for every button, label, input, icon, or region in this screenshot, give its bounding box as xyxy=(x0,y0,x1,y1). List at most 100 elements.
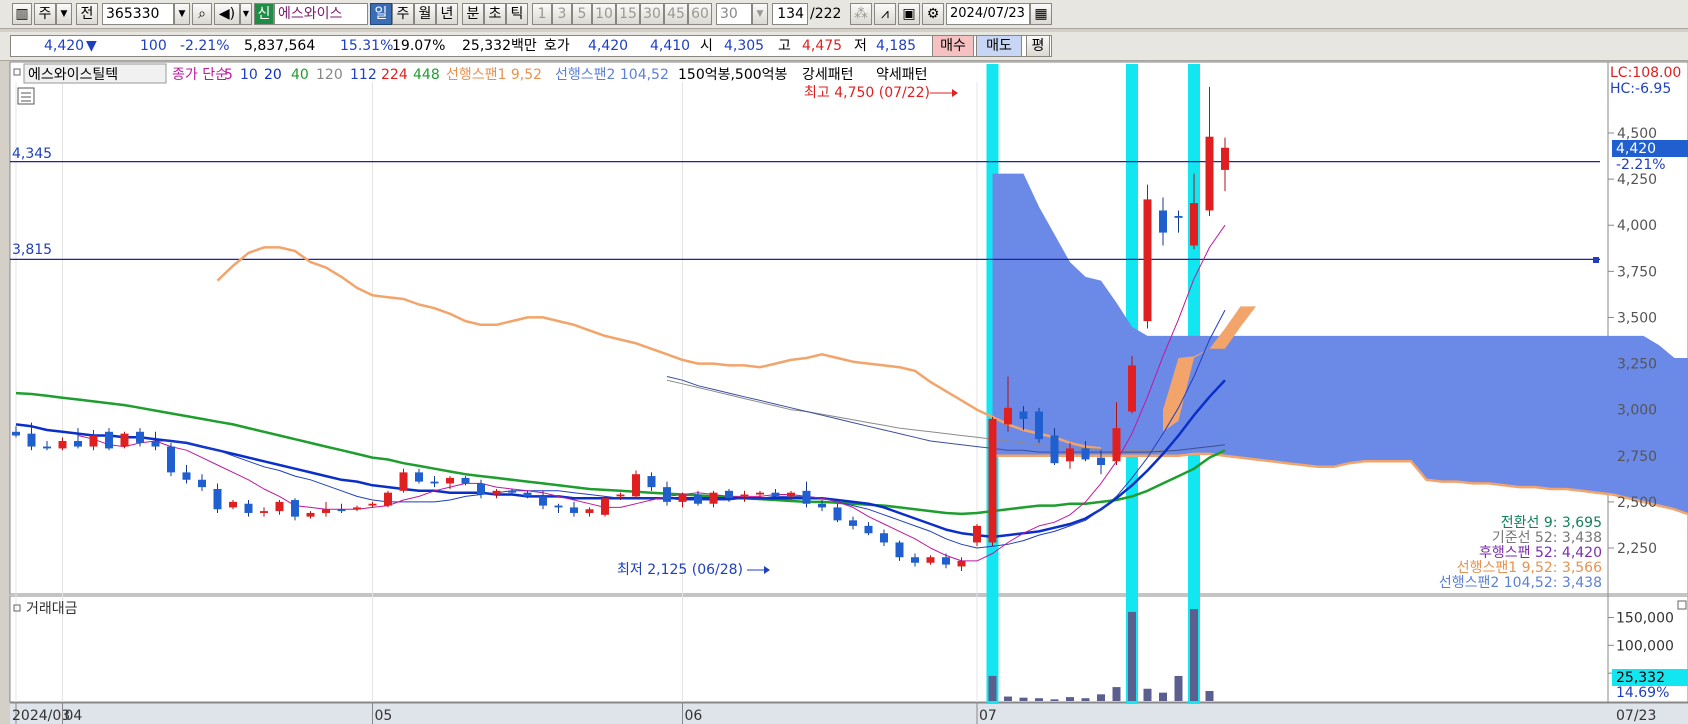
legend-ma5: 5 xyxy=(224,67,233,83)
candle xyxy=(973,524,981,547)
candle-body xyxy=(663,487,671,502)
high-annotation: 최고 4,750 (07/22) xyxy=(804,85,930,101)
volume-bar xyxy=(1205,690,1214,701)
candle-body xyxy=(787,492,795,497)
candle-body xyxy=(1097,457,1105,465)
x-tick-label: 2024/03 xyxy=(12,708,70,724)
candle-body xyxy=(585,509,594,513)
candle-body xyxy=(864,525,873,534)
candle-body xyxy=(1004,407,1012,425)
candle xyxy=(1159,197,1167,246)
candle-body xyxy=(89,435,98,447)
low-annotation: 최저 2,125 (06/28) xyxy=(617,562,743,578)
line2-handle[interactable] xyxy=(1593,257,1599,263)
candle-body xyxy=(198,479,206,488)
lead-span1-value: 선행스팬1 9,52: 3,566 xyxy=(1457,560,1602,576)
candle-body xyxy=(570,507,578,513)
candle-body xyxy=(1159,210,1167,233)
volume-bar xyxy=(1112,687,1121,701)
legend-ma112: 112 xyxy=(350,67,377,83)
candle-body xyxy=(322,509,330,513)
candle-body xyxy=(182,472,191,480)
candle-body xyxy=(244,503,253,513)
y-tick-label: 3,250 xyxy=(1617,357,1657,373)
candle-body xyxy=(1205,136,1214,211)
candle-body xyxy=(725,490,733,499)
x-tick-label: 07 xyxy=(979,708,997,724)
candle xyxy=(570,501,578,517)
legend-strong: 강세패턴 xyxy=(802,67,854,83)
legend-weak: 약세패턴 xyxy=(876,67,928,83)
candle-body xyxy=(508,490,516,493)
candle xyxy=(399,468,408,493)
candle xyxy=(1035,407,1043,443)
legend-ma224: 224 xyxy=(381,67,408,83)
candle xyxy=(492,488,501,499)
candle xyxy=(1205,86,1214,216)
candle-body xyxy=(1066,448,1074,462)
candle-body xyxy=(926,557,935,563)
candle-body xyxy=(167,446,175,473)
candle-body xyxy=(291,500,299,517)
candle xyxy=(1221,137,1229,192)
candle xyxy=(957,557,966,572)
candle-body xyxy=(58,441,67,449)
candle-body xyxy=(384,492,392,506)
volume-bar xyxy=(1019,697,1028,701)
candle xyxy=(585,507,594,517)
candle xyxy=(849,516,857,530)
candle-body xyxy=(1112,428,1121,462)
candle-body xyxy=(1143,199,1152,322)
lagging-span-value: 후행스팬 52: 4,420 xyxy=(1479,545,1602,561)
candle xyxy=(244,500,253,517)
candle xyxy=(229,500,237,510)
calculator-icon[interactable] xyxy=(17,87,35,105)
candle-body xyxy=(12,431,20,436)
volume-current-pct: 14.69% xyxy=(1616,685,1669,701)
legend-ma120: 120 xyxy=(316,67,343,83)
legend-ma448: 448 xyxy=(413,67,440,83)
volume-panel-close-icon[interactable] xyxy=(1677,600,1687,610)
candle xyxy=(477,479,485,499)
volume-bar xyxy=(1174,675,1183,701)
candle xyxy=(601,496,609,517)
candle-body xyxy=(74,441,82,447)
candle xyxy=(647,472,656,491)
ichimoku-cloud xyxy=(992,173,1688,515)
lead-span2-value: 선행스팬2 104,52: 3,438 xyxy=(1439,575,1602,591)
legend-ma-label: 종가 단순 xyxy=(172,67,228,83)
y-tick-label: 2,750 xyxy=(1617,449,1657,465)
legend-span2: 선행스팬2 104,52 xyxy=(555,67,669,83)
candle-body xyxy=(942,557,950,565)
candle-body xyxy=(554,505,563,508)
candle xyxy=(1174,210,1183,233)
candle-body xyxy=(911,557,919,563)
x-tick-label: 05 xyxy=(375,708,393,724)
volume-bar xyxy=(1050,699,1059,701)
candle-body xyxy=(337,509,346,512)
candle-body xyxy=(229,501,237,508)
candle xyxy=(833,503,842,523)
lead-span1-past-line xyxy=(216,246,1102,450)
candle-body xyxy=(27,433,36,447)
chart-legend: 에스와이스틸텍 종가 단순 5 10 20 40 120 112 224 448… xyxy=(13,63,928,105)
candle xyxy=(1143,184,1152,329)
volume-bar xyxy=(1081,698,1090,701)
candle xyxy=(322,501,330,517)
candle xyxy=(740,490,749,502)
candle-body xyxy=(368,503,377,506)
candle xyxy=(384,490,392,508)
y-tick-label: 2,500 xyxy=(1617,495,1657,511)
candle xyxy=(446,476,454,489)
candle-body xyxy=(446,477,454,484)
candle xyxy=(167,442,175,477)
candle xyxy=(554,503,563,513)
candle xyxy=(260,507,268,517)
price-chart[interactable]: 100,000 150,000 2,250 2,500 2,750 3,000 3,250… xyxy=(0,0,1688,724)
candle xyxy=(678,492,687,508)
x-tick-label: 04 xyxy=(65,708,83,724)
candle-body xyxy=(120,433,129,447)
candle-body xyxy=(632,474,640,497)
candle-body xyxy=(523,492,532,497)
y-tick-label: 3,750 xyxy=(1617,264,1657,280)
